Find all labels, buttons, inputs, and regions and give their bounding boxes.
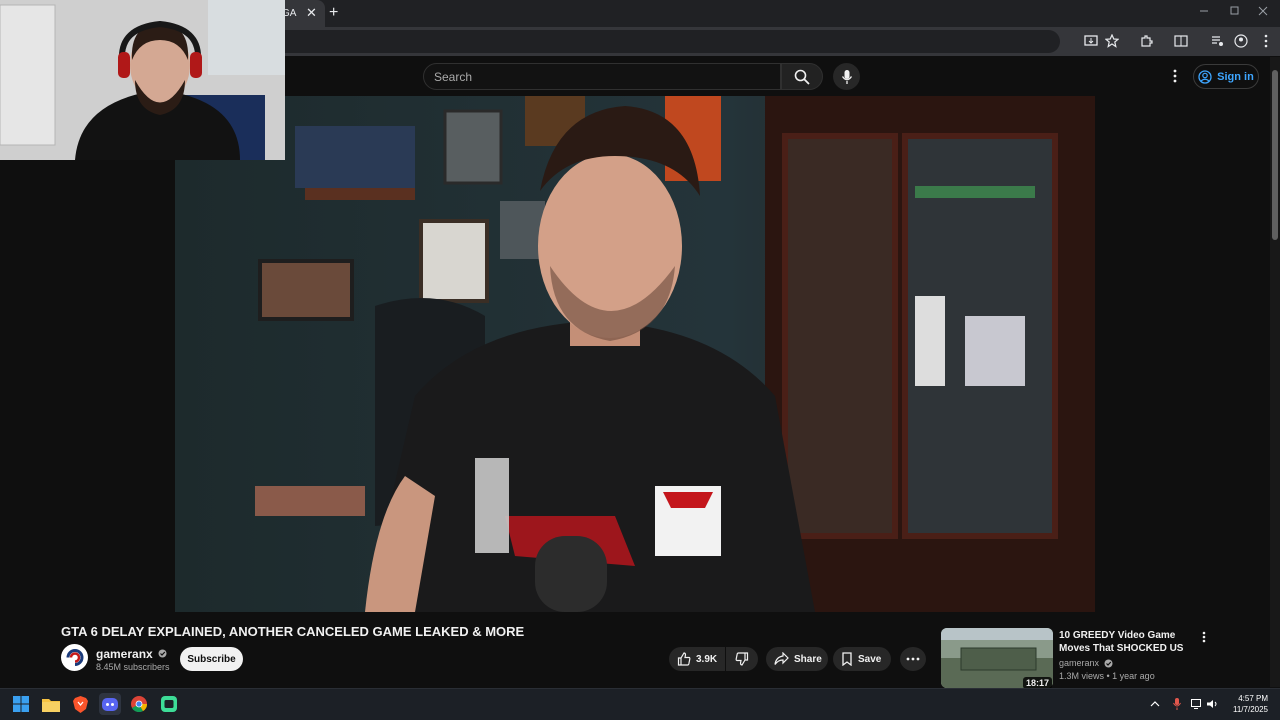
address-bar[interactable]: [270, 30, 1060, 53]
media-control-icon[interactable]: [1208, 32, 1226, 50]
subscribe-button[interactable]: Subscribe: [180, 647, 243, 671]
verified-icon: [1104, 659, 1113, 668]
share-label: Share: [794, 653, 822, 665]
channel-name-label: gameranx: [96, 647, 153, 661]
search-button[interactable]: [781, 63, 823, 90]
save-button[interactable]: Save: [833, 647, 891, 671]
recommended-video-meta: 1.3M views • 1 year ago: [1059, 671, 1155, 681]
recommended-channel-name[interactable]: gameranx: [1059, 658, 1113, 668]
video-player[interactable]: [175, 96, 1095, 612]
windows-start-icon[interactable]: [10, 693, 32, 715]
browser-menu-icon[interactable]: [1257, 32, 1275, 50]
bookmark-star-icon[interactable]: [1103, 32, 1121, 50]
more-horizontal-icon: [906, 657, 920, 661]
channel-name[interactable]: gameranx: [96, 647, 167, 661]
dislike-button[interactable]: [726, 647, 758, 671]
more-actions-button[interactable]: [900, 647, 926, 671]
bookmark-icon: [842, 652, 852, 666]
webcam-overlay: [0, 0, 285, 160]
thumbs-up-icon: [677, 652, 691, 666]
settings-more-icon[interactable]: [1166, 67, 1184, 85]
close-window-icon[interactable]: [1258, 5, 1268, 19]
search-placeholder: Search: [434, 70, 473, 84]
tray-microphone-icon[interactable]: [1170, 697, 1184, 711]
install-app-icon[interactable]: [1082, 32, 1100, 50]
tab-close-icon[interactable]: ✕: [306, 5, 317, 21]
like-count: 3.9K: [696, 653, 718, 665]
tab-title: GA: [282, 8, 297, 19]
verified-icon: [158, 649, 167, 658]
profile-icon[interactable]: [1232, 32, 1250, 50]
scrollbar-thumb[interactable]: [1272, 70, 1278, 240]
save-label: Save: [858, 653, 882, 665]
recommended-channel-label: gameranx: [1059, 658, 1100, 668]
clock-date[interactable]: 11/7/2025: [1225, 705, 1268, 714]
voice-search-button[interactable]: [833, 63, 860, 90]
network-icon[interactable]: [1190, 697, 1204, 711]
app-icon[interactable]: [158, 693, 180, 715]
brave-browser-icon[interactable]: [69, 693, 91, 715]
microphone-icon: [841, 69, 852, 84]
channel-avatar[interactable]: [61, 644, 88, 671]
sign-in-button[interactable]: Sign in: [1193, 64, 1259, 89]
restore-icon[interactable]: [1229, 5, 1239, 19]
recommended-more-icon[interactable]: [1197, 629, 1211, 645]
subscriber-count: 8.45M subscribers: [96, 662, 170, 672]
recommended-video-title[interactable]: 10 GREEDY Video Game Moves That SHOCKED …: [1059, 629, 1199, 655]
sign-in-label: Sign in: [1217, 70, 1254, 83]
discord-icon[interactable]: [99, 693, 121, 715]
share-button[interactable]: Share: [766, 647, 828, 671]
search-icon: [794, 69, 810, 85]
like-button[interactable]: 3.9K: [669, 647, 725, 671]
tray-overflow-icon[interactable]: [1148, 697, 1162, 711]
clock-time[interactable]: 4:57 PM: [1232, 694, 1268, 703]
minimize-icon[interactable]: [1199, 5, 1209, 19]
extensions-icon[interactable]: [1137, 32, 1155, 50]
video-title: GTA 6 DELAY EXPLAINED, ANOTHER CANCELED …: [61, 624, 525, 639]
volume-icon[interactable]: [1206, 697, 1220, 711]
video-frame: [175, 96, 1095, 612]
search-input[interactable]: [423, 63, 781, 90]
windows-taskbar: [0, 688, 1280, 720]
new-tab-button[interactable]: +: [329, 4, 338, 22]
account-icon: [1198, 69, 1212, 84]
thumbs-down-icon: [735, 652, 749, 666]
chrome-icon[interactable]: [128, 693, 150, 715]
share-icon: [774, 652, 789, 665]
split-view-icon[interactable]: [1172, 32, 1190, 50]
file-explorer-icon[interactable]: [40, 693, 62, 715]
